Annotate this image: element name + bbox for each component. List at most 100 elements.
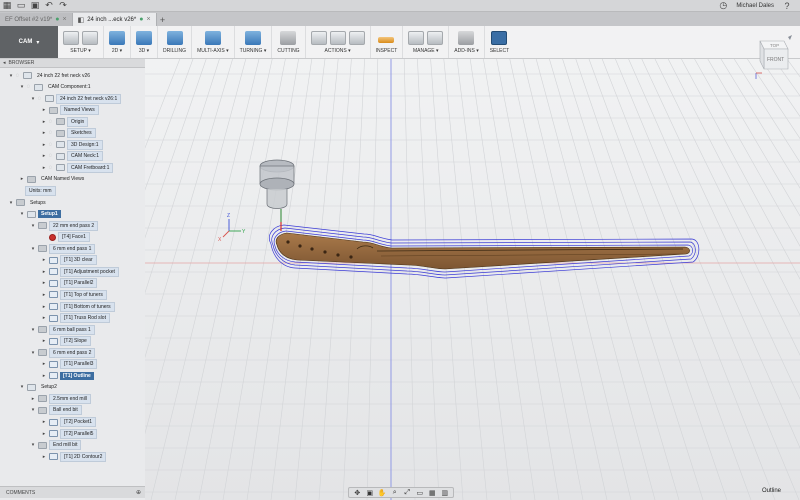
expanded-arrow-icon[interactable]: ▾ bbox=[30, 327, 36, 333]
browser-node[interactable]: ▾ Ball end bit bbox=[0, 405, 82, 416]
save-icon[interactable]: ▣ bbox=[28, 0, 42, 12]
collapse-icon[interactable]: ◂ bbox=[3, 60, 6, 66]
2d-menu[interactable]: 2D ▾ bbox=[104, 26, 131, 58]
browser-node[interactable]: ▸ [T2] Pocket1 bbox=[0, 417, 97, 428]
browser-node[interactable]: ▸ ◌ Sketches bbox=[0, 128, 96, 139]
collapsed-arrow-icon[interactable]: ▸ bbox=[41, 292, 47, 298]
visibility-bulb-icon[interactable]: ◌ bbox=[47, 130, 54, 136]
browser-node[interactable]: ▸ [T1] Parallel2 bbox=[0, 278, 98, 289]
browser-node[interactable]: ▸ [T2] Slope bbox=[0, 336, 91, 347]
browser-node[interactable]: ▾ Setup1 bbox=[0, 209, 61, 220]
browser-node[interactable]: ▸ ◌ CAM Fretboard:1 bbox=[0, 162, 114, 173]
browser-node[interactable]: ▸ [T1] Truss Rod slot bbox=[0, 313, 110, 324]
grid-settings-icon[interactable]: ▦ bbox=[427, 489, 437, 497]
expanded-arrow-icon[interactable]: ▾ bbox=[19, 211, 25, 217]
collapsed-arrow-icon[interactable]: ▸ bbox=[41, 280, 47, 286]
collapsed-arrow-icon[interactable]: ▸ bbox=[30, 396, 36, 402]
turning-menu[interactable]: TURNING ▾ bbox=[235, 26, 273, 58]
browser-node[interactable]: ▸ 2.5mm end mill bbox=[0, 393, 91, 404]
browser-node[interactable]: ▸ [T1] Top of tuners bbox=[0, 289, 107, 300]
expanded-arrow-icon[interactable]: ▾ bbox=[30, 223, 36, 229]
grid-menu-icon[interactable]: ▦ bbox=[0, 0, 14, 12]
collapsed-arrow-icon[interactable]: ▸ bbox=[41, 315, 47, 321]
browser-node[interactable]: ▾ ◌ 24 inch 22 fret neck v26:1 bbox=[0, 93, 122, 104]
display-settings-icon[interactable]: ▭ bbox=[415, 489, 425, 497]
add-ins-menu[interactable]: ADD-INS ▾ bbox=[449, 26, 485, 58]
select-menu[interactable]: SELECT bbox=[485, 26, 514, 58]
visibility-bulb-icon[interactable]: ◌ bbox=[47, 119, 54, 125]
browser-node[interactable]: ▸ CAM Named Views bbox=[0, 174, 87, 185]
help-icon[interactable]: ? bbox=[780, 0, 794, 12]
file-icon[interactable]: ▭ bbox=[14, 0, 28, 12]
undo-icon[interactable]: ↶ bbox=[42, 0, 56, 12]
collapsed-arrow-icon[interactable]: ▸ bbox=[41, 304, 47, 310]
browser-node[interactable]: ▾ 6 mm ball pass 1 bbox=[0, 324, 95, 335]
drilling-menu[interactable]: DRILLING bbox=[158, 26, 193, 58]
collapsed-arrow-icon[interactable]: ▸ bbox=[41, 257, 47, 263]
expanded-arrow-icon[interactable]: ▾ bbox=[19, 384, 25, 390]
pan-icon[interactable]: ✋ bbox=[377, 489, 387, 497]
home-view-icon[interactable] bbox=[788, 35, 792, 40]
visibility-bulb-icon[interactable]: ◌ bbox=[47, 153, 54, 159]
comments-bar[interactable]: COMMENTS ⊕ bbox=[0, 486, 145, 498]
redo-icon[interactable]: ↷ bbox=[56, 0, 70, 12]
collapsed-arrow-icon[interactable]: ▸ bbox=[19, 176, 25, 182]
browser-node[interactable]: ▾ End mill bit bbox=[0, 440, 82, 451]
browser-node[interactable]: [T4] Face1 bbox=[0, 232, 90, 243]
expanded-arrow-icon[interactable]: ▾ bbox=[30, 246, 36, 252]
browser-node[interactable]: ▸ [T1] Parallel3 bbox=[0, 359, 98, 370]
close-icon[interactable]: × bbox=[146, 16, 150, 23]
setup-menu[interactable]: SETUP ▾ bbox=[58, 26, 104, 58]
visibility-bulb-icon[interactable]: ◌ bbox=[14, 73, 21, 79]
visibility-bulb-icon[interactable]: ◌ bbox=[47, 165, 54, 171]
browser-node[interactable]: ▾ 6 mm end pass 1 bbox=[0, 243, 96, 254]
browser-node[interactable]: ▸ Named Views bbox=[0, 105, 99, 116]
cutting-menu[interactable]: CUTTING bbox=[272, 26, 306, 58]
collapsed-arrow-icon[interactable]: ▸ bbox=[41, 431, 47, 437]
browser-node[interactable]: ▸ [T1] Bottom of tuners bbox=[0, 301, 115, 312]
collapsed-arrow-icon[interactable]: ▸ bbox=[41, 373, 47, 379]
visibility-bulb-icon[interactable]: ◌ bbox=[36, 96, 43, 102]
collapsed-arrow-icon[interactable]: ▸ bbox=[41, 107, 47, 113]
browser-header[interactable]: ◂ BROWSER bbox=[0, 59, 145, 68]
expanded-arrow-icon[interactable]: ▾ bbox=[30, 350, 36, 356]
browser-node[interactable]: ▸ ◌ CAM Neck:1 bbox=[0, 151, 104, 162]
look-at-icon[interactable]: ▣ bbox=[365, 489, 375, 497]
collapsed-arrow-icon[interactable]: ▸ bbox=[41, 419, 47, 425]
browser-node[interactable]: Units: mm bbox=[0, 186, 56, 197]
view-cube[interactable]: TOP FRONT bbox=[750, 35, 792, 80]
actions-menu[interactable]: ACTIONS ▾ bbox=[306, 26, 371, 58]
expanded-arrow-icon[interactable]: ▾ bbox=[30, 407, 36, 413]
inspect-menu[interactable]: INSPECT bbox=[371, 26, 404, 58]
viewport-scene[interactable]: Z Y X bbox=[145, 59, 800, 500]
browser-node[interactable]: ▸ [T2] Parallel5 bbox=[0, 428, 98, 439]
browser-node[interactable]: ▾ Setup2 bbox=[0, 382, 60, 393]
browser-node[interactable]: ▸ [T1] 2D Contour2 bbox=[0, 451, 107, 462]
browser-node[interactable]: ▸ [T1] Adjustment pocket bbox=[0, 266, 119, 277]
tab-24-inch-neck[interactable]: ◧ 24 inch ...eck v26* ● × bbox=[72, 13, 157, 26]
orbit-icon[interactable]: ✥ bbox=[352, 489, 362, 497]
expand-icon[interactable]: ⊕ bbox=[136, 489, 141, 496]
user-name[interactable]: Michael Dales bbox=[736, 3, 774, 9]
browser-node[interactable]: ▸ ◌ 3D Design:1 bbox=[0, 139, 103, 150]
fit-icon[interactable]: ⤢ bbox=[402, 489, 412, 497]
browser-node[interactable]: ▸ [T1] Outline bbox=[0, 370, 94, 381]
collapsed-arrow-icon[interactable]: ▸ bbox=[41, 361, 47, 367]
browser-node[interactable]: ▾ ◌ CAM Component:1 bbox=[0, 82, 94, 93]
visibility-bulb-icon[interactable]: ◌ bbox=[47, 142, 54, 148]
collapsed-arrow-icon[interactable]: ▸ bbox=[41, 454, 47, 460]
zoom-icon[interactable]: ⌕ bbox=[390, 489, 400, 497]
collapsed-arrow-icon[interactable]: ▸ bbox=[41, 338, 47, 344]
browser-node[interactable]: ▾ ◌ 24 inch 22 fret neck v26 bbox=[0, 70, 93, 81]
manage-menu[interactable]: MANAGE ▾ bbox=[403, 26, 450, 58]
browser-node[interactable]: ▸ [T1] 3D clear bbox=[0, 255, 97, 266]
visibility-bulb-icon[interactable]: ◌ bbox=[25, 84, 32, 90]
browser-node[interactable]: ▸ ◌ Origin bbox=[0, 116, 89, 127]
new-tab-button[interactable]: + bbox=[157, 13, 169, 26]
browser-node[interactable]: ▾ 6 mm end pass 2 bbox=[0, 347, 96, 358]
expanded-arrow-icon[interactable]: ▾ bbox=[8, 200, 14, 206]
collapsed-arrow-icon[interactable]: ▸ bbox=[41, 269, 47, 275]
close-icon[interactable]: × bbox=[62, 16, 66, 23]
viewports-icon[interactable]: ▥ bbox=[440, 489, 450, 497]
browser-node[interactable]: ▾ 22 mm end pass 2 bbox=[0, 220, 99, 231]
